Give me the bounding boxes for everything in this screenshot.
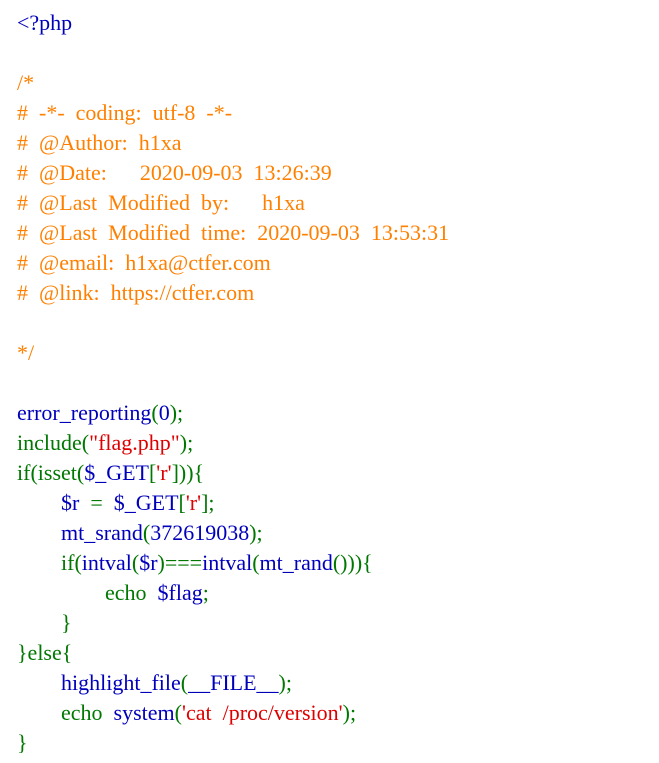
code-token-default: $_GET	[84, 460, 149, 485]
code-token-comment: # @email: h1xa@ctfer.com	[17, 250, 271, 275]
code-token-keyword: if(isset(	[17, 460, 85, 485]
code-token-keyword: ];	[201, 490, 215, 515]
code-line: highlight_file(__FILE__);	[17, 668, 449, 698]
code-line: $r = $_GET['r'];	[17, 488, 449, 518]
code-line: echo $flag;	[17, 578, 449, 608]
code-line: # @Last Modified by: h1xa	[17, 188, 449, 218]
code-token-keyword: );	[179, 430, 194, 455]
code-token-default: highlight_file	[61, 670, 181, 695]
code-token-keyword: );	[278, 670, 292, 695]
code-token-keyword: [	[178, 490, 186, 515]
code-token-default	[17, 580, 105, 605]
code-token-default	[17, 610, 61, 635]
code-token-keyword: echo	[105, 580, 158, 605]
code-token-keyword: );	[169, 400, 184, 425]
code-token-keyword: );	[342, 700, 357, 725]
code-line: # -*- coding: utf-8 -*-	[17, 98, 449, 128]
code-token-keyword: if(	[61, 550, 82, 575]
code-token-string: "flag.php"	[89, 430, 180, 455]
code-token-comment: # @Last Modified by: h1xa	[17, 190, 305, 215]
code-line: }	[17, 728, 449, 758]
code-token-keyword: );	[249, 520, 263, 545]
code-token-keyword: (	[252, 550, 260, 575]
code-line: if(intval($r)===intval(mt_rand())){	[17, 548, 449, 578]
code-token-keyword: ())){	[332, 550, 373, 575]
code-token-keyword: }	[61, 610, 72, 635]
code-line: # @Author: h1xa	[17, 128, 449, 158]
code-token-comment: */	[17, 340, 35, 365]
code-token-default: $r	[61, 490, 80, 515]
code-token-keyword: (	[180, 670, 189, 695]
code-token-default	[17, 550, 61, 575]
code-token-string: 'cat /proc/version'	[181, 700, 343, 725]
code-line: }	[17, 608, 449, 638]
code-line: if(isset($_GET['r'])){	[17, 458, 449, 488]
code-token-keyword: echo	[61, 700, 114, 725]
code-token-comment: # @link: https://ctfer.com	[17, 280, 255, 305]
code-token-keyword: (	[174, 700, 182, 725]
code-token-keyword: )===	[157, 550, 203, 575]
code-token-default: $_GET	[113, 490, 179, 515]
code-token-keyword: }else{	[17, 640, 73, 665]
code-token-comment: # @Date: 2020-09-03 13:26:39	[17, 160, 332, 185]
code-token-comment: # @Author: h1xa	[17, 130, 182, 155]
code-token-default: error_reporting	[17, 400, 152, 425]
code-token-default: mt_rand	[259, 550, 333, 575]
code-token-default	[17, 670, 61, 695]
code-token-default	[17, 490, 61, 515]
code-token-keyword: ])){	[171, 460, 205, 485]
code-line: # @link: https://ctfer.com	[17, 278, 449, 308]
code-line: */	[17, 338, 449, 368]
code-line: }else{	[17, 638, 449, 668]
code-token-default: __FILE__	[188, 670, 279, 695]
code-token-default: mt_srand	[61, 520, 143, 545]
code-line: # @Date: 2020-09-03 13:26:39	[17, 158, 449, 188]
code-token-default	[17, 520, 61, 545]
code-token-default: $r	[139, 550, 158, 575]
code-token-keyword: }	[17, 730, 28, 755]
code-line: mt_srand(372619038);	[17, 518, 449, 548]
code-token-default: 0	[158, 400, 170, 425]
code-line: # @Last Modified time: 2020-09-03 13:53:…	[17, 218, 449, 248]
code-token-comment: # @Last Modified time: 2020-09-03 13:53:…	[17, 220, 450, 245]
code-token-default: intval	[202, 550, 253, 575]
code-token-default: intval	[81, 550, 132, 575]
code-token-default: 372619038	[150, 520, 250, 545]
code-line: # @email: h1xa@ctfer.com	[17, 248, 449, 278]
code-line: /*	[17, 68, 449, 98]
code-line: include("flag.php");	[17, 428, 449, 458]
code-token-comment: /*	[17, 70, 35, 95]
code-token-default: system	[113, 700, 175, 725]
code-token-keyword: =	[79, 490, 114, 515]
code-token-string: 'r'	[156, 460, 172, 485]
code-token-comment: # -*- coding: utf-8 -*-	[17, 100, 233, 125]
code-line: <?php	[17, 8, 449, 38]
code-token-keyword: ;	[202, 580, 209, 605]
php-source-code: <?php /* # -*- coding: utf-8 -*- # @Author…	[17, 8, 449, 758]
code-line: echo system('cat /proc/version');	[17, 698, 449, 728]
code-token-keyword: include(	[17, 430, 90, 455]
code-token-string: 'r'	[185, 490, 202, 515]
code-token-default: $flag	[157, 580, 203, 605]
code-token-keyword: (	[151, 400, 159, 425]
code-token-html: <?php	[17, 10, 73, 35]
code-line: error_reporting(0);	[17, 398, 449, 428]
code-token-default	[17, 700, 61, 725]
